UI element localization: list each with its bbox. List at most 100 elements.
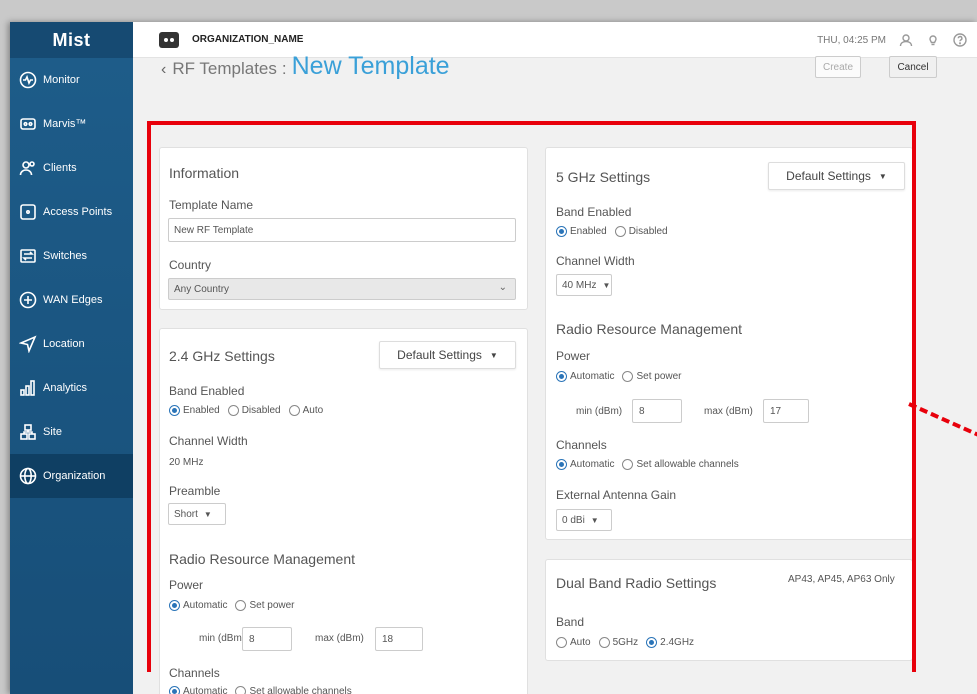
- preamble-select[interactable]: Short ▼: [168, 503, 226, 525]
- radio-option-automatic[interactable]: Automatic: [556, 371, 614, 382]
- radio-empty-icon[interactable]: [622, 371, 634, 382]
- radio-selected-icon[interactable]: [556, 371, 567, 382]
- country-select[interactable]: Any Country ⌄: [168, 278, 516, 300]
- sidebar-item-wan-edges[interactable]: WAN Edges: [10, 278, 133, 322]
- help-icon[interactable]: [953, 33, 967, 47]
- radio-option-automatic[interactable]: Automatic: [169, 686, 227, 694]
- radio-empty-icon[interactable]: [598, 637, 610, 648]
- radio-empty-icon[interactable]: [235, 686, 247, 694]
- radio-option-automatic[interactable]: Automatic: [169, 600, 227, 611]
- org-name[interactable]: ORGANIZATION_NAME: [192, 34, 303, 45]
- radio-option-automatic[interactable]: Automatic: [556, 459, 614, 470]
- radio-empty-icon[interactable]: [614, 226, 626, 237]
- user-icon[interactable]: [899, 33, 913, 47]
- back-chevron-icon[interactable]: ‹: [161, 61, 166, 79]
- radio-empty-icon[interactable]: [622, 459, 634, 470]
- sidebar-item-label: Monitor: [43, 74, 80, 86]
- band-5-channels-radios: Automatic Set allowable channels: [556, 459, 747, 470]
- sidebar-item-organization[interactable]: Organization: [10, 454, 133, 498]
- radio-selected-icon[interactable]: [646, 637, 658, 648]
- radio-option-disabled[interactable]: Disabled: [614, 226, 668, 237]
- radio-label: 5GHz: [612, 637, 639, 648]
- band-5-min-label: min (dBm): [576, 406, 623, 417]
- country-value: Any Country: [174, 283, 230, 295]
- create-button[interactable]: Create: [815, 56, 861, 78]
- radio-option-auto[interactable]: Auto: [556, 637, 591, 648]
- logo-text: Mist: [52, 29, 91, 50]
- band-5-rrm-title: Radio Resource Management: [556, 321, 742, 337]
- radio-selected-icon[interactable]: [169, 405, 180, 416]
- chevron-down-icon: ⌄: [498, 282, 507, 293]
- dual-band-label: Band: [556, 615, 585, 629]
- radio-selected-icon[interactable]: [556, 226, 567, 237]
- radio-label: Enabled: [183, 405, 220, 416]
- radio-label: Set allowable channels: [249, 686, 352, 694]
- radio-option-set-power[interactable]: Set power: [235, 600, 295, 611]
- sidebar-item-access-points[interactable]: Access Points: [10, 190, 133, 234]
- radio-empty-icon[interactable]: [556, 637, 567, 648]
- radio-option-5ghz[interactable]: 5GHz: [598, 637, 639, 648]
- radio-option-enabled[interactable]: Enabled: [169, 405, 220, 416]
- radio-empty-icon[interactable]: [235, 600, 247, 611]
- radio-selected-icon[interactable]: [556, 459, 567, 470]
- band-5-channel-width-select[interactable]: 40 MHz ▼: [556, 274, 612, 296]
- band-5-panel: 5 GHz Settings Default Settings ▼ Band En…: [545, 147, 913, 540]
- radio-option-set-allowable-channels[interactable]: Set allowable channels: [622, 459, 739, 470]
- template-name-input[interactable]: New RF Template: [168, 218, 516, 242]
- band-5-settings-dropdown[interactable]: Default Settings ▼: [768, 162, 905, 190]
- band-24-power-label: Power: [169, 578, 204, 592]
- band-5-min-input[interactable]: 8: [632, 399, 682, 423]
- sidebar-item-clients[interactable]: Clients: [10, 146, 133, 190]
- band-24-dropdown-label: Default Settings: [397, 348, 482, 362]
- sidebar-item-label: WAN Edges: [43, 294, 103, 306]
- information-title: Information: [169, 165, 240, 181]
- sidebar-item-analytics[interactable]: Analytics: [10, 366, 133, 410]
- lightbulb-icon[interactable]: [926, 33, 940, 47]
- clients-icon: [19, 159, 37, 177]
- radio-option-disabled[interactable]: Disabled: [227, 405, 281, 416]
- preamble-label: Preamble: [169, 484, 221, 498]
- wan-edge-icon: [19, 291, 37, 309]
- sidebar-item-switches[interactable]: Switches: [10, 234, 133, 278]
- sidebar-item-label: Analytics: [43, 382, 88, 394]
- sidebar-item-label: Marvis™: [43, 118, 87, 130]
- radio-empty-icon[interactable]: [288, 405, 300, 416]
- radio-option-set-allowable-channels[interactable]: Set allowable channels: [235, 686, 352, 694]
- cancel-button[interactable]: Cancel: [889, 56, 937, 78]
- radio-option-2-4ghz[interactable]: 2.4GHz: [646, 637, 694, 648]
- dual-band-panel: Dual Band Radio Settings AP43, AP45, AP6…: [545, 559, 913, 661]
- band-24-max-input[interactable]: 18: [375, 627, 423, 651]
- dual-band-radios: Auto 5GHz 2.4GHz: [556, 637, 702, 648]
- caret-down-icon: ▼: [878, 171, 887, 181]
- radio-selected-icon[interactable]: [169, 686, 180, 694]
- radio-selected-icon[interactable]: [169, 600, 180, 611]
- radio-label: Automatic: [570, 459, 615, 470]
- radio-label: Auto: [570, 637, 591, 648]
- sidebar-item-monitor[interactable]: Monitor: [10, 58, 133, 102]
- band-24-channel-width-label: Channel Width: [169, 434, 248, 448]
- antenna-gain-label: External Antenna Gain: [556, 488, 677, 502]
- band-5-title: 5 GHz Settings: [556, 169, 651, 185]
- sidebar-item-label: Location: [43, 338, 85, 350]
- breadcrumb: ‹ RF Templates : New Template: [161, 52, 450, 81]
- radio-option-set-power[interactable]: Set power: [622, 371, 682, 382]
- breadcrumb-parent-link[interactable]: RF Templates: [172, 59, 277, 79]
- sidebar-item-site[interactable]: Site: [10, 410, 133, 454]
- band-24-settings-dropdown[interactable]: Default Settings ▼: [379, 341, 516, 369]
- radio-empty-icon[interactable]: [227, 405, 239, 416]
- dual-band-note: AP43, AP45, AP63 Only: [788, 574, 895, 585]
- antenna-gain-select[interactable]: 0 dBi ▼: [556, 509, 612, 531]
- sidebar-item-marvis[interactable]: Marvis™: [10, 102, 133, 146]
- band-24-channels-label: Channels: [169, 666, 220, 680]
- radio-option-auto[interactable]: Auto: [288, 405, 323, 416]
- radio-label: Enabled: [570, 226, 607, 237]
- band-5-channels-label: Channels: [556, 438, 607, 452]
- band-5-max-input[interactable]: 17: [763, 399, 809, 423]
- sidebar-item-location[interactable]: Location: [10, 322, 133, 366]
- mist-logo[interactable]: Mist: [10, 22, 133, 58]
- band-5-power-radios: Automatic Set power: [556, 371, 690, 382]
- radio-label: Set allowable channels: [636, 459, 739, 470]
- band-24-min-input[interactable]: 8: [242, 627, 292, 651]
- radio-option-enabled[interactable]: Enabled: [556, 226, 607, 237]
- band-5-power-label: Power: [556, 349, 591, 363]
